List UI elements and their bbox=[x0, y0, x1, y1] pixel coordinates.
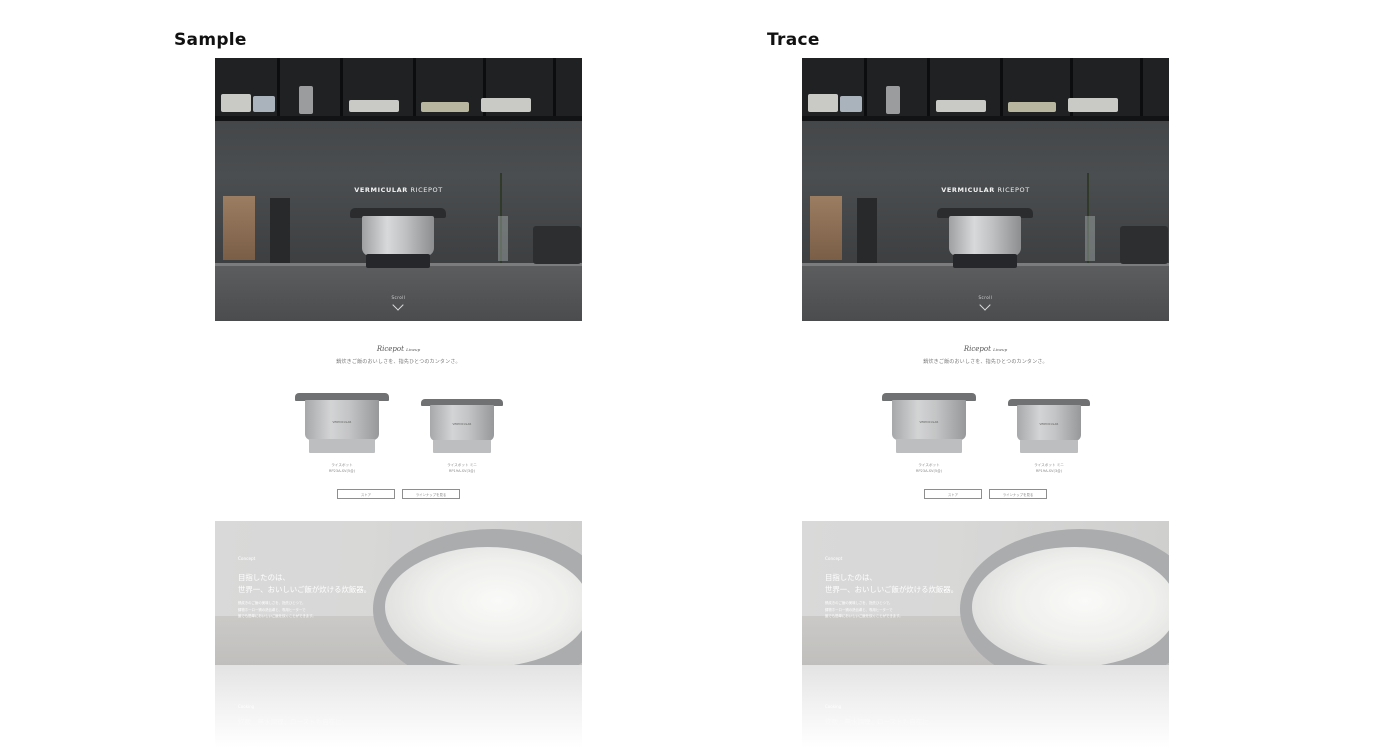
shelf-divider bbox=[1000, 58, 1003, 118]
cutting-board-image bbox=[223, 196, 255, 260]
next-section-faded: Cooking 炊飯、無水調理、ローストも自在に。 bbox=[215, 665, 582, 748]
shelf-divider bbox=[340, 58, 343, 118]
shelf-plates-image bbox=[349, 100, 399, 112]
shelf-plates-image bbox=[1008, 102, 1056, 112]
next-section-label: Cooking bbox=[238, 704, 255, 709]
ricepot-hero-image bbox=[937, 208, 1033, 268]
product-caption: ライスポット ミニ RP19A-SV(3合) bbox=[447, 463, 477, 473]
shelf-divider bbox=[1140, 58, 1143, 118]
lineup-subtitle: 鍋炊きご飯のおいしさを、指先ひとつのカンタンさ。 bbox=[336, 359, 461, 365]
product-caption: ライスポット ミニ RP19A-SV(3合) bbox=[1034, 463, 1064, 473]
concept-body: 鍋炊きのご飯の美味しさを、指先ひとつで。 鋳物ホーロー鍋の熱伝導と、専用ヒーター… bbox=[825, 601, 903, 618]
next-section-headline: 炊飯、無水調理、ローストも自在に。 bbox=[238, 718, 349, 726]
shelf-board bbox=[215, 116, 582, 121]
sample-column-title: Sample bbox=[174, 30, 247, 50]
cutting-board-image bbox=[810, 196, 842, 260]
shelf-canister-image bbox=[886, 86, 900, 114]
store-button[interactable]: ストア bbox=[924, 489, 982, 499]
shelf-divider bbox=[864, 58, 867, 118]
sample-page-preview: VERMICULAR RICEPOT Scroll Ricepot Lineup… bbox=[215, 58, 582, 748]
ricepot-hero-image bbox=[350, 208, 446, 268]
concept-label: Concept bbox=[238, 556, 256, 561]
lineup-section: Ricepot Lineup 鍋炊きご飯のおいしさを、指先ひとつのカンタンさ。 … bbox=[802, 321, 1169, 521]
hero-section: VERMICULAR RICEPOT Scroll bbox=[215, 58, 582, 321]
shelf-board bbox=[802, 116, 1169, 121]
knife-block-image bbox=[270, 198, 290, 263]
hero-brand-logo: VERMICULAR RICEPOT bbox=[941, 186, 1030, 194]
lineup-section: Ricepot Lineup 鍋炊きご飯のおいしさを、指先ひとつのカンタンさ。 … bbox=[215, 321, 582, 521]
lineup-title: Ricepot Lineup bbox=[376, 345, 421, 353]
shelf-plates-image bbox=[421, 102, 469, 112]
shelf-pot-image bbox=[221, 94, 251, 112]
concept-section: Concept 目指したのは、 世界一、おいしいご飯が炊ける炊飯器。 鍋炊きのご… bbox=[215, 521, 582, 665]
concept-body: 鍋炊きのご飯の美味しさを、指先ひとつで。 鋳物ホーロー鍋の熱伝導と、専用ヒーター… bbox=[238, 601, 316, 618]
shelf-divider bbox=[413, 58, 416, 118]
shelf-divider bbox=[553, 58, 556, 118]
product-ricepot-mini-image[interactable]: VERMICULAR bbox=[1008, 399, 1090, 455]
knife-block-image bbox=[857, 198, 877, 263]
concept-headline: 目指したのは、 世界一、おいしいご飯が炊ける炊飯器。 bbox=[825, 573, 959, 594]
shelf-canister-image bbox=[299, 86, 313, 114]
next-section-headline: 炊飯、無水調理、ローストも自在に。 bbox=[825, 718, 936, 726]
product-ricepot-image[interactable]: VERMICULAR bbox=[882, 393, 976, 455]
product-caption: ライスポット RP23A-SV(5合) bbox=[328, 463, 356, 473]
shelf-divider bbox=[277, 58, 280, 118]
shelf-pot-image bbox=[840, 96, 862, 112]
store-button[interactable]: ストア bbox=[337, 489, 395, 499]
concept-label: Concept bbox=[825, 556, 843, 561]
lineup-button[interactable]: ラインナップを見る bbox=[989, 489, 1047, 499]
shelf-divider bbox=[927, 58, 930, 118]
hero-brand-logo: VERMICULAR RICEPOT bbox=[354, 186, 443, 194]
shelf-pot-image bbox=[808, 94, 838, 112]
countertop bbox=[215, 263, 582, 321]
shelf-plates-image bbox=[481, 98, 531, 112]
product-ricepot-mini-image[interactable]: VERMICULAR bbox=[421, 399, 503, 455]
trace-column-title: Trace bbox=[767, 30, 820, 50]
vase-image bbox=[498, 216, 508, 261]
cast-iron-pot-image bbox=[1120, 226, 1168, 264]
next-section-faded: Cooking 炊飯、無水調理、ローストも自在に。 bbox=[802, 665, 1169, 748]
product-caption: ライスポット RP23A-SV(5合) bbox=[915, 463, 943, 473]
countertop bbox=[802, 263, 1169, 321]
concept-section: Concept 目指したのは、 世界一、おいしいご飯が炊ける炊飯器。 鍋炊きのご… bbox=[802, 521, 1169, 665]
trace-page-preview: VERMICULAR RICEPOT Scroll Ricepot Lineup… bbox=[802, 58, 1169, 748]
next-section-label: Cooking bbox=[825, 704, 842, 709]
lineup-subtitle: 鍋炊きご飯のおいしさを、指先ひとつのカンタンさ。 bbox=[923, 359, 1048, 365]
lineup-button[interactable]: ラインナップを見る bbox=[402, 489, 460, 499]
concept-headline: 目指したのは、 世界一、おいしいご飯が炊ける炊飯器。 bbox=[238, 573, 372, 594]
product-ricepot-image[interactable]: VERMICULAR bbox=[295, 393, 389, 455]
shelf-pot-image bbox=[253, 96, 275, 112]
vase-image bbox=[1085, 216, 1095, 261]
shelf-plates-image bbox=[936, 100, 986, 112]
hero-section: VERMICULAR RICEPOT Scroll bbox=[802, 58, 1169, 321]
shelf-plates-image bbox=[1068, 98, 1118, 112]
cast-iron-pot-image bbox=[533, 226, 581, 264]
lineup-title: Ricepot Lineup bbox=[963, 345, 1008, 353]
